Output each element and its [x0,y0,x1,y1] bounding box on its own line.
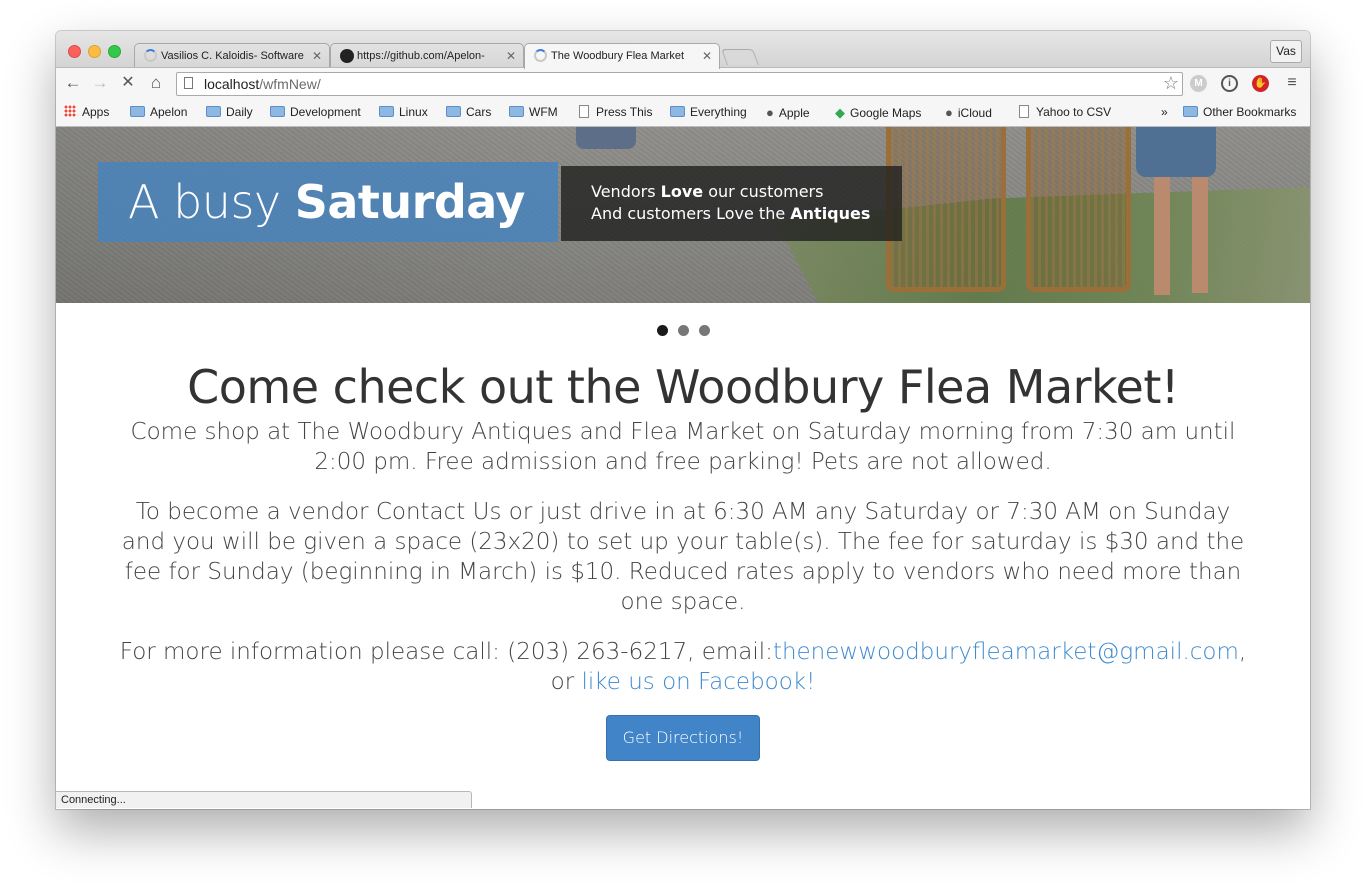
bookmark-daily[interactable]: Daily [206,105,253,119]
bookmark-icloud[interactable]: ● iCloud [945,105,992,120]
toolbar: ← → ✕ ⌂ localhost/wfmNew/ ☆ M i ✋ ≡ [56,67,1310,99]
bookmark-apelon[interactable]: Apelon [130,105,187,119]
hero-title-box: A busy Saturday [98,162,558,242]
hero-chair [886,127,1006,292]
folder-icon [1183,106,1198,117]
close-tab-icon[interactable]: ✕ [506,49,516,63]
new-tab-button[interactable] [721,49,759,65]
hours-paragraph: Come shop at The Woodbury Antiques and F… [130,419,1236,475]
status-bar: Connecting... [56,791,472,808]
bookmark-yahoo-to-csv[interactable]: Yahoo to CSV [1019,105,1111,119]
page-icon [1019,105,1029,118]
apps-grid-icon [64,105,76,117]
folder-icon [270,106,285,117]
email-link[interactable]: thenewwoodburyfleamarket@gmail.com [773,639,1239,665]
hero-subtitle-box: Vendors Love our customers And customers… [561,166,902,241]
folder-icon [670,106,685,117]
folder-icon [379,106,394,117]
folder-icon [206,106,221,117]
hero-chair [1026,127,1131,292]
carousel-dot-3[interactable] [698,325,710,336]
hero-person-leg [1154,177,1170,295]
bookmark-development[interactable]: Development [270,105,361,119]
close-tab-icon[interactable]: ✕ [702,49,712,63]
tab-title: Vasilios C. Kaloidis- Software [161,50,304,62]
page-icon [184,77,193,89]
bookmark-apple[interactable]: ● Apple [766,105,810,120]
minimize-window-button[interactable] [88,45,101,58]
facebook-link[interactable]: like us on Facebook! [581,669,815,695]
page-icon [579,105,589,118]
folder-icon [130,106,145,117]
hero-person-leg [1192,177,1208,293]
hero-feet [576,127,636,149]
folder-icon [446,106,461,117]
url-text[interactable]: localhost/wfmNew/ [204,76,321,92]
address-bar[interactable]: localhost/wfmNew/ ☆ [176,72,1183,96]
carousel-indicators [56,323,1310,336]
tab-woodbury[interactable]: The Woodbury Flea Market ✕ [524,43,720,69]
extension-info-icon[interactable]: i [1221,75,1238,92]
profile-button[interactable]: Vas [1270,40,1302,63]
bookmark-linux[interactable]: Linux [379,105,428,119]
loading-spinner-icon [144,49,157,62]
page-viewport: A busy Saturday Vendors Love our custome… [56,127,1310,809]
bookmark-other[interactable]: Other Bookmarks [1183,105,1296,119]
bookmark-google-maps[interactable]: ◆ Google Maps [835,105,921,121]
extension-adblock-icon[interactable]: ✋ [1252,75,1269,92]
apple-icon: ● [945,105,953,120]
page-heading: Come check out the Woodbury Flea Market! [187,360,1179,414]
browser-window: Vasilios C. Kaloidis- Software ✕ https:/… [56,31,1310,809]
home-icon[interactable]: ⌂ [145,73,167,93]
contact-paragraph: For more information please call: (203) … [119,639,1247,695]
google-maps-icon: ◆ [835,105,845,120]
zoom-window-button[interactable] [108,45,121,58]
bookmark-everything[interactable]: Everything [670,105,747,119]
get-directions-button[interactable]: Get Directions! [605,715,761,761]
loading-spinner-icon [534,49,547,62]
tab-strip: Vasilios C. Kaloidis- Software ✕ https:/… [56,31,1310,69]
vendor-paragraph: To become a vendor Contact Us or just dr… [121,499,1245,615]
bookmark-press-this[interactable]: Press This [579,105,652,119]
bookmark-cars[interactable]: Cars [446,105,491,119]
carousel-dot-2[interactable] [677,325,689,336]
apple-icon: ● [766,105,774,120]
bookmark-wfm[interactable]: WFM [509,105,558,119]
hero-person [1136,127,1216,177]
close-window-button[interactable] [68,45,81,58]
bookmarks-overflow-button[interactable]: » [1161,105,1168,119]
bookmarks-bar: Apps Apelon Daily Development Linux Cars… [56,98,1310,127]
hero-title-bold: Saturday [294,175,526,229]
tab-title: The Woodbury Flea Market [551,50,685,62]
stop-loading-icon[interactable]: ✕ [117,73,139,93]
extension-m-icon[interactable]: M [1190,75,1207,92]
bookmark-star-icon[interactable]: ☆ [1163,73,1179,94]
back-icon[interactable]: ← [62,73,84,93]
bookmark-apps[interactable]: Apps [64,105,109,119]
carousel-dot-1[interactable] [656,325,668,336]
github-icon [340,49,354,63]
hero-title-light: A busy [128,175,295,229]
close-tab-icon[interactable]: ✕ [312,49,322,63]
main-content: Come check out the Woodbury Flea Market!… [116,357,1250,761]
folder-icon [509,106,524,117]
tab-title: https://github.com/Apelon- [357,50,485,62]
menu-icon[interactable]: ≡ [1281,73,1303,93]
forward-icon[interactable]: → [89,73,111,93]
tab-kaloidis[interactable]: Vasilios C. Kaloidis- Software ✕ [134,43,330,69]
hero-carousel: A busy Saturday Vendors Love our custome… [56,127,1310,303]
tab-github[interactable]: https://github.com/Apelon- ✕ [330,43,524,69]
